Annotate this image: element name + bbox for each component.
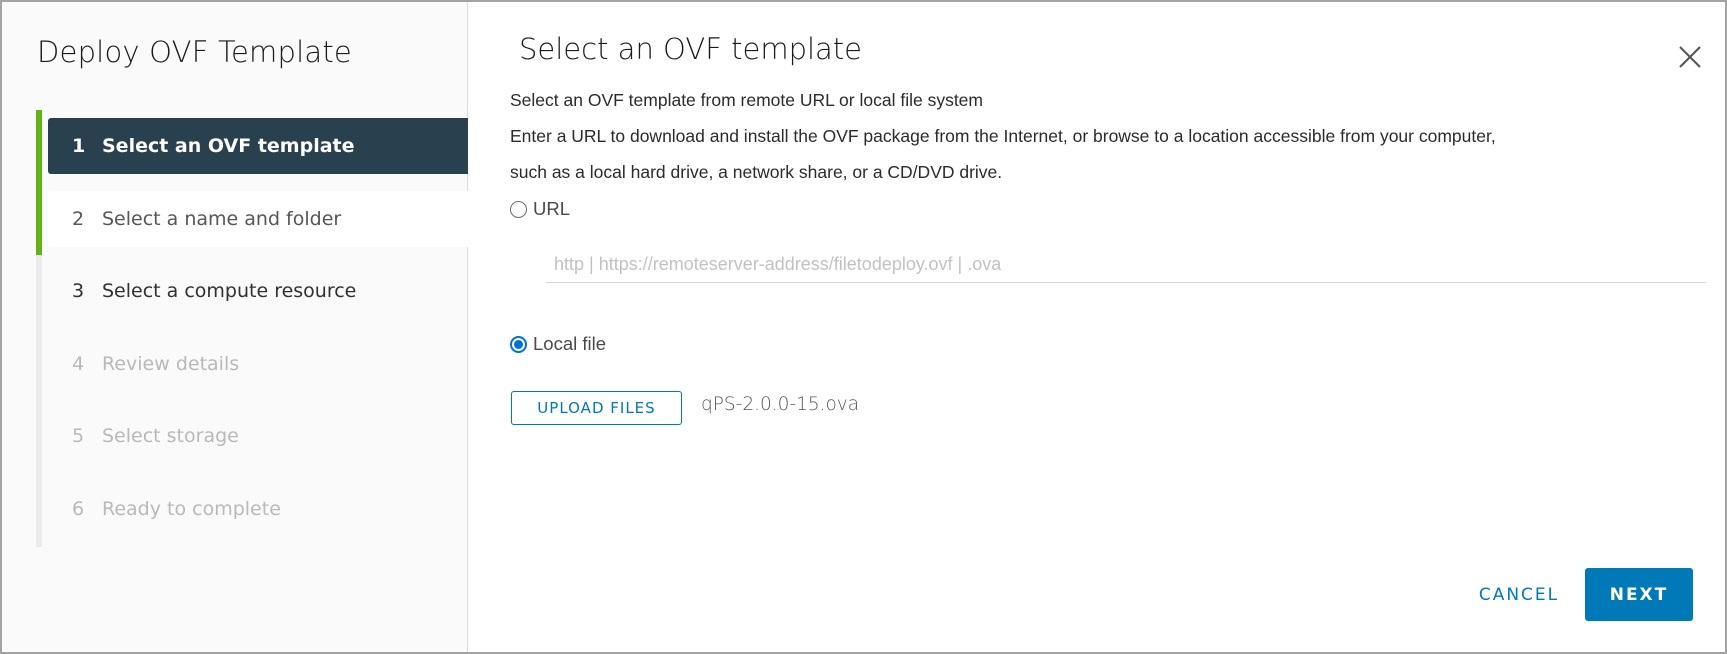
step-label: Select a compute resource bbox=[102, 280, 357, 303]
step-number: 4 bbox=[72, 352, 85, 375]
wizard-steps: 1 Select an OVF template 2 Select a name… bbox=[48, 118, 468, 554]
step-number: 3 bbox=[72, 280, 85, 303]
step-ready-to-complete: 6 Ready to complete bbox=[48, 481, 468, 537]
step-number: 5 bbox=[72, 425, 85, 448]
url-option-label: URL bbox=[533, 198, 571, 219]
step-label: Select an OVF template bbox=[102, 135, 355, 157]
deploy-ovf-dialog: Deploy OVF Template 1 Select an OVF temp… bbox=[0, 0, 1727, 654]
description-summary: Select an OVF template from remote URL o… bbox=[510, 90, 983, 110]
description-detail-line-1: Enter a URL to download and install the … bbox=[510, 126, 1496, 146]
close-icon bbox=[1679, 46, 1701, 68]
step-select-ovf-template[interactable]: 1 Select an OVF template bbox=[48, 118, 468, 174]
page-title: Select an OVF template bbox=[519, 32, 863, 66]
wizard-title: Deploy OVF Template bbox=[37, 35, 352, 69]
step-review-details: 4 Review details bbox=[48, 336, 468, 392]
local-file-option-label: Local file bbox=[533, 333, 607, 354]
description-detail-line-2: such as a local hard drive, a network sh… bbox=[510, 162, 1003, 182]
step-select-name-folder[interactable]: 2 Select a name and folder bbox=[48, 190, 468, 247]
step-label: Ready to complete bbox=[102, 497, 281, 520]
step-label: Select storage bbox=[102, 425, 239, 448]
url-input[interactable] bbox=[546, 246, 1706, 283]
step-label: Select a name and folder bbox=[102, 207, 342, 230]
local-file-radio[interactable] bbox=[510, 335, 527, 353]
close-button[interactable] bbox=[1677, 44, 1703, 70]
step-label: Review details bbox=[102, 352, 240, 375]
selected-file-name: qPS-2.0.0-15.ova bbox=[701, 394, 860, 415]
cancel-button[interactable]: CANCEL bbox=[1454, 568, 1584, 621]
next-button[interactable]: NEXT bbox=[1585, 568, 1693, 621]
step-number: 6 bbox=[72, 497, 85, 520]
step-number: 2 bbox=[72, 207, 85, 230]
wizard-content: Select an OVF template Select an OVF tem… bbox=[469, 2, 1725, 652]
url-option[interactable]: URL bbox=[510, 198, 570, 220]
url-radio[interactable] bbox=[510, 200, 527, 218]
wizard-sidebar: Deploy OVF Template 1 Select an OVF temp… bbox=[2, 2, 468, 652]
step-select-storage: 5 Select storage bbox=[48, 408, 468, 464]
step-number: 1 bbox=[72, 135, 86, 157]
step-select-compute-resource[interactable]: 3 Select a compute resource bbox=[48, 263, 468, 319]
progress-fill bbox=[36, 110, 42, 255]
local-file-option[interactable]: Local file bbox=[510, 333, 606, 355]
upload-files-button[interactable]: UPLOAD FILES bbox=[511, 391, 682, 425]
